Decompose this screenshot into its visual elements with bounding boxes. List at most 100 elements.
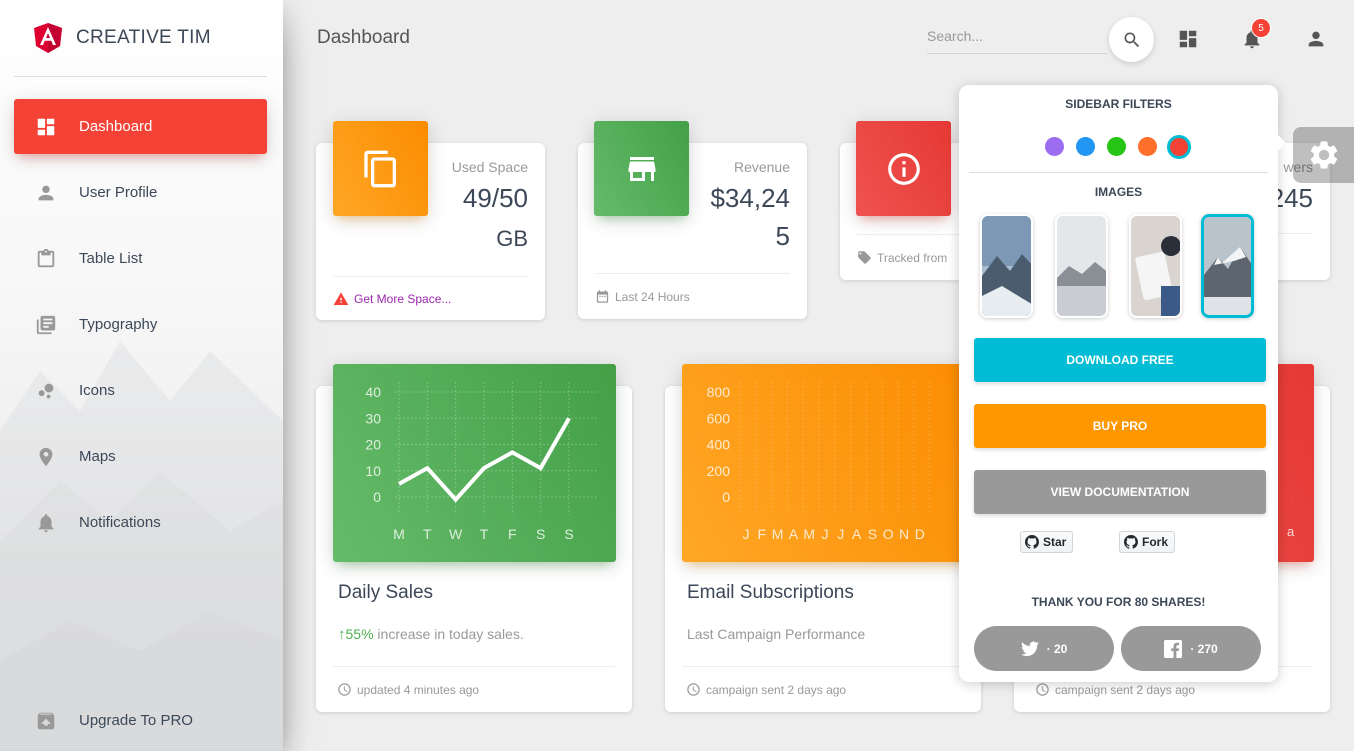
chart-footer-text: campaign sent 2 days ago <box>1055 682 1196 697</box>
stat-value-wrap: 5 <box>775 221 790 251</box>
clipboard-icon <box>34 247 58 271</box>
sidebar-item-table-list[interactable]: Table List <box>14 231 267 286</box>
sidebar-item-typography[interactable]: Typography <box>14 297 267 352</box>
sidebar-item-label: Table List <box>79 250 143 267</box>
filter-green[interactable] <box>1107 137 1126 156</box>
page-title[interactable]: Dashboard <box>317 27 410 49</box>
search-icon <box>1124 32 1139 47</box>
dashboard-button[interactable] <box>1176 27 1200 51</box>
stat-category: Used Space <box>451 159 528 175</box>
profile-button[interactable] <box>1304 27 1328 51</box>
stat-unit: GB <box>496 226 528 251</box>
twitter-share-button[interactable]: · 20 <box>974 626 1114 671</box>
notification-badge: 5 <box>1251 18 1271 38</box>
bubble-chart-icon <box>34 379 58 403</box>
sidebar: CREATIVE TIM Dashboard User Profile Tabl… <box>0 0 283 751</box>
x-tick-label: M <box>393 526 405 542</box>
twitter-count: · 20 <box>1046 641 1068 656</box>
github-star-button[interactable]: Star <box>1020 531 1074 553</box>
sidebar-image-3[interactable] <box>1129 214 1182 318</box>
dashboard-icon <box>34 115 58 139</box>
chart-category: Last Campaign Performance <box>687 626 866 642</box>
filter-blue[interactable] <box>1076 137 1095 156</box>
settings-toggle[interactable] <box>1293 127 1354 183</box>
library-books-icon <box>34 313 58 337</box>
stat-footer: Last 24 Hours <box>595 273 790 319</box>
x-tick-label: D <box>915 526 925 542</box>
sidebar-image-1[interactable] <box>980 214 1033 318</box>
angular-logo-icon <box>34 23 62 53</box>
y-tick-label: 400 <box>707 437 731 453</box>
facebook-share-button[interactable]: · 270 <box>1121 626 1261 671</box>
get-more-space-link[interactable]: Get More Space... <box>354 292 451 306</box>
y-tick-label: 30 <box>365 410 381 426</box>
chart-footer-text: campaign sent 2 days ago <box>706 682 847 697</box>
x-tick-label: S <box>564 526 573 542</box>
x-tick-label: O <box>883 526 894 542</box>
brand-logo[interactable]: CREATIVE TIM <box>14 0 267 77</box>
sidebar-item-notifications[interactable]: Notifications <box>14 495 267 550</box>
arrow-up-icon: ↑ <box>338 626 346 643</box>
images-heading: IMAGES <box>1094 185 1143 199</box>
sidebar-image-2[interactable] <box>1055 214 1108 318</box>
sidebar-item-dashboard[interactable]: Dashboard <box>14 99 267 154</box>
download-free-button[interactable]: DOWNLOAD FREE <box>974 338 1266 382</box>
buy-pro-button[interactable]: BUY PRO <box>974 404 1266 448</box>
filter-red[interactable] <box>1167 135 1191 159</box>
chart-category: ↑55% increase in today sales. <box>338 626 524 643</box>
stat-footer: Get More Space... <box>333 276 528 320</box>
x-tick-label: J <box>743 526 750 542</box>
sidebar-item-upgrade[interactable]: Upgrade To PRO <box>14 693 267 748</box>
filter-orange[interactable] <box>1138 137 1157 156</box>
chart-footer-text: updated 4 minutes ago <box>357 682 480 697</box>
view-documentation-button[interactable]: VIEW DOCUMENTATION <box>974 470 1266 514</box>
x-tick-label: T <box>423 526 432 542</box>
shares-heading: THANK YOU FOR 80 SHARES! <box>1031 595 1206 609</box>
chart-title: Daily Sales <box>338 582 434 603</box>
filter-purple[interactable] <box>1045 137 1064 156</box>
y-tick-label: 20 <box>365 437 381 453</box>
fork-label: Fork <box>1142 535 1169 549</box>
clock-icon <box>1036 683 1049 696</box>
y-tick-label: 800 <box>707 384 731 400</box>
email-subscriptions-chart: 800 600 400 200 0 J F M A M J J A S O N D <box>682 364 976 562</box>
x-tick-label: F <box>758 526 767 542</box>
search-button[interactable] <box>1109 17 1154 62</box>
stat-icon-box <box>856 121 951 216</box>
dashboard-icon <box>1179 30 1197 48</box>
unarchive-icon <box>34 709 58 733</box>
sidebar-item-label: Typography <box>79 316 158 333</box>
sidebar-item-label: Upgrade To PRO <box>79 712 193 729</box>
y-tick-label: 600 <box>707 410 731 426</box>
stat-icon-box <box>333 121 428 216</box>
divider <box>969 172 1268 173</box>
axis-label: a <box>1287 524 1295 539</box>
x-tick-label: A <box>852 526 862 542</box>
stat-value: $34,24 <box>710 183 790 213</box>
brand-name: CREATIVE TIM <box>76 27 211 48</box>
sidebar-image-4[interactable] <box>1201 214 1254 318</box>
tag-icon <box>858 251 871 264</box>
stat-category: Revenue <box>733 159 790 175</box>
x-tick-label: M <box>772 526 784 542</box>
facebook-icon <box>1164 639 1183 658</box>
x-tick-label: T <box>480 526 489 542</box>
github-fork-button[interactable]: Fork <box>1119 531 1176 553</box>
bell-icon <box>34 511 58 535</box>
sidebar-item-maps[interactable]: Maps <box>14 429 267 484</box>
stat-icon-box <box>594 121 689 216</box>
x-tick-label: M <box>803 526 815 542</box>
search-input[interactable]: Search... <box>927 22 1107 54</box>
date-range-icon <box>596 290 609 303</box>
sidebar-item-label: Icons <box>79 382 115 399</box>
facebook-count: · 270 <box>1190 641 1218 656</box>
x-tick-label: W <box>449 526 463 542</box>
github-icon <box>1025 535 1039 549</box>
person-icon <box>1308 31 1324 47</box>
sidebar-item-icons[interactable]: Icons <box>14 363 267 418</box>
stat-card-revenue: Revenue $34,24 5 Last 24 Hours <box>578 121 807 319</box>
sidebar-item-user-profile[interactable]: User Profile <box>14 165 267 220</box>
filters-heading: SIDEBAR FILTERS <box>1065 97 1172 111</box>
x-tick-label: S <box>536 526 545 542</box>
chart-card-daily-sales: 40 30 20 10 0 M T W T F S S Daily Sales ↑55% increa… <box>316 364 632 712</box>
